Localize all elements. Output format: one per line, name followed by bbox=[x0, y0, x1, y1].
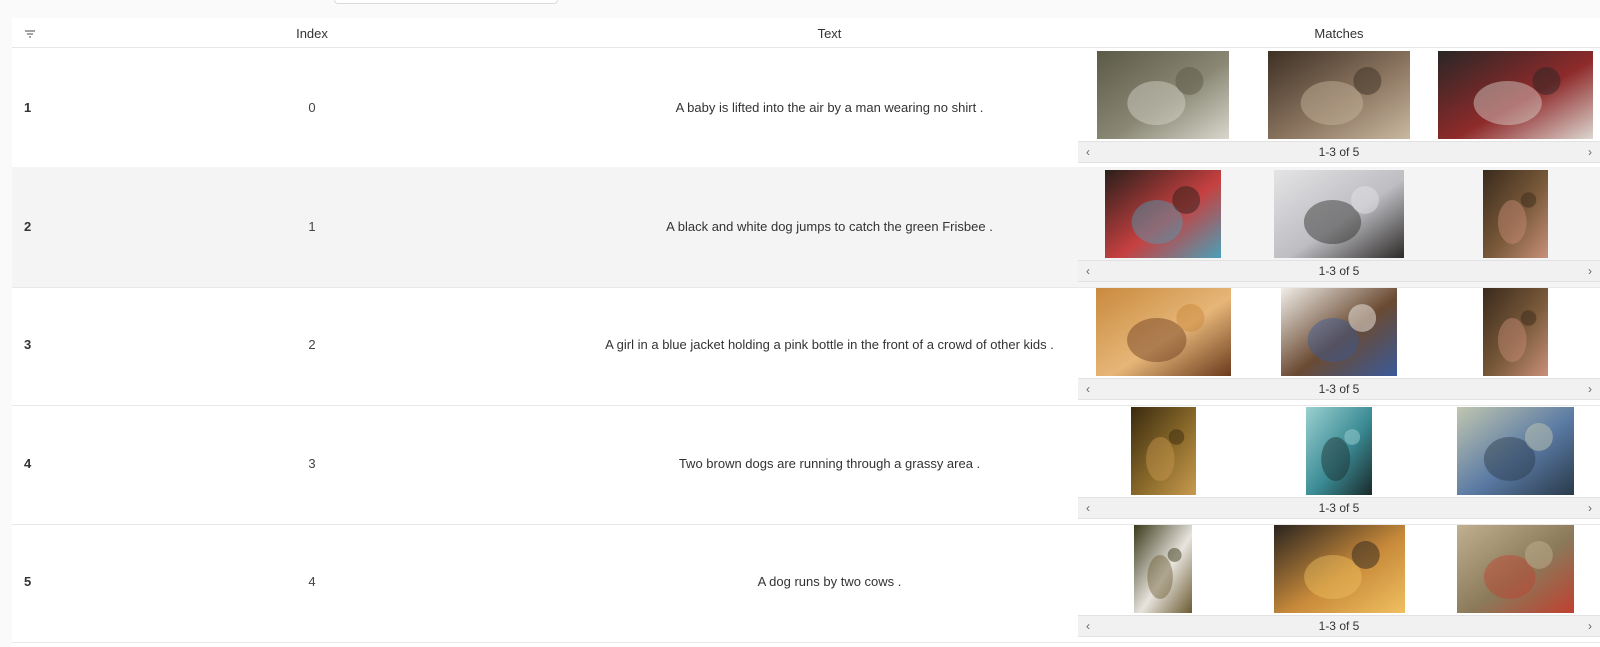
match-slot bbox=[1078, 169, 1248, 258]
match-slot bbox=[1430, 51, 1600, 139]
column-header-text[interactable]: Text bbox=[552, 18, 1107, 48]
husky-dogs-photo[interactable] bbox=[1437, 51, 1593, 139]
match-slot bbox=[1430, 169, 1600, 258]
row-number: 2 bbox=[24, 218, 32, 234]
index-cell: 4 bbox=[308, 574, 316, 590]
results-table: Index Text Matches 1 0 A baby is lifted … bbox=[12, 18, 1600, 647]
match-slot bbox=[1430, 288, 1600, 377]
text-cell: A black and white dog jumps to catch the… bbox=[666, 218, 993, 234]
row-number: 4 bbox=[24, 455, 32, 471]
match-slot bbox=[1248, 525, 1430, 614]
column-header-matches[interactable]: Matches bbox=[1078, 18, 1600, 48]
match-slot bbox=[1248, 169, 1430, 258]
text-cell: A baby is lifted into the air by a man w… bbox=[675, 100, 984, 115]
matches-carousel: ‹ 1-3 of 5 › bbox=[1078, 522, 1600, 642]
column-header-index[interactable]: Index bbox=[112, 18, 512, 48]
child-at-cabinet-photo[interactable] bbox=[1482, 288, 1548, 377]
diver-jumping-photo[interactable] bbox=[1306, 406, 1372, 495]
table-row[interactable]: 2 1 A black and white dog jumps to catch… bbox=[12, 166, 1600, 288]
match-slot bbox=[1078, 288, 1248, 377]
child-at-cabinet-photo[interactable] bbox=[1482, 169, 1548, 258]
pager-label: 1-3 of 5 bbox=[1318, 619, 1360, 634]
dog-in-puddle-photo[interactable] bbox=[1456, 406, 1574, 495]
dogs-in-snow-photo[interactable] bbox=[1274, 169, 1404, 258]
dog-licking-girl-photo[interactable] bbox=[1095, 288, 1231, 377]
match-slot bbox=[1248, 406, 1430, 495]
people-gathering-photo[interactable] bbox=[1268, 51, 1410, 139]
matches-carousel: ‹ 1-3 of 5 › bbox=[1078, 48, 1600, 168]
pager-label: 1-3 of 5 bbox=[1318, 382, 1360, 397]
table-row[interactable]: 3 2 A girl in a blue jacket holding a pi… bbox=[12, 285, 1600, 407]
chevron-left-icon[interactable]: ‹ bbox=[1081, 616, 1095, 637]
table-row[interactable]: 1 0 A baby is lifted into the air by a m… bbox=[12, 48, 1600, 169]
chevron-right-icon[interactable]: › bbox=[1583, 379, 1597, 400]
table-row[interactable]: 5 4 A dog runs by two cows . ‹ 1-3 of 5 … bbox=[12, 522, 1600, 644]
boat-dock-photo[interactable] bbox=[1097, 51, 1229, 139]
chevron-left-icon[interactable]: ‹ bbox=[1081, 261, 1095, 282]
index-cell: 0 bbox=[308, 100, 316, 115]
match-slot bbox=[1430, 525, 1600, 614]
pager-label: 1-3 of 5 bbox=[1318, 500, 1360, 515]
filter-icon bbox=[25, 30, 35, 38]
storefront-night-photo[interactable] bbox=[1273, 525, 1405, 614]
chevron-right-icon[interactable]: › bbox=[1583, 142, 1597, 163]
text-cell: Two brown dogs are running through a gra… bbox=[678, 455, 981, 471]
pager-label: 1-3 of 5 bbox=[1318, 145, 1360, 159]
row-number: 1 bbox=[24, 100, 32, 115]
chevron-right-icon[interactable]: › bbox=[1583, 616, 1597, 637]
index-cell: 1 bbox=[308, 218, 316, 234]
match-slot bbox=[1248, 51, 1430, 139]
index-cell: 3 bbox=[308, 455, 316, 471]
filter-button[interactable] bbox=[20, 18, 40, 48]
pager-label: 1-3 of 5 bbox=[1318, 263, 1360, 278]
text-cell: A girl in a blue jacket holding a pink b… bbox=[605, 337, 1054, 353]
children-group-photo[interactable] bbox=[1105, 169, 1221, 258]
chevron-left-icon[interactable]: ‹ bbox=[1081, 379, 1095, 400]
table-row[interactable]: 4 3 Two brown dogs are running through a… bbox=[12, 404, 1600, 525]
carousel-pager: ‹ 1-3 of 5 › bbox=[1078, 615, 1600, 638]
carousel-pager: ‹ 1-3 of 5 › bbox=[1078, 141, 1600, 163]
carousel-pager: ‹ 1-3 of 5 › bbox=[1078, 496, 1600, 519]
carousel-pager: ‹ 1-3 of 5 › bbox=[1078, 378, 1600, 401]
puppy-and-child-photo[interactable] bbox=[1281, 288, 1397, 377]
man-with-scarf-photo[interactable] bbox=[1134, 525, 1192, 614]
chevron-right-icon[interactable]: › bbox=[1583, 498, 1597, 519]
dog-on-trail-photo[interactable] bbox=[1456, 525, 1574, 614]
text-cell: A dog runs by two cows . bbox=[757, 574, 902, 590]
table-header: Index Text Matches bbox=[12, 18, 1600, 48]
matches-carousel: ‹ 1-3 of 5 › bbox=[1078, 167, 1600, 287]
dog-running-photo[interactable] bbox=[1130, 406, 1196, 495]
matches-carousel: ‹ 1-3 of 5 › bbox=[1078, 404, 1600, 524]
chevron-left-icon[interactable]: ‹ bbox=[1081, 498, 1095, 519]
carousel-pager: ‹ 1-3 of 5 › bbox=[1078, 259, 1600, 282]
match-slot bbox=[1078, 525, 1248, 614]
chevron-right-icon[interactable]: › bbox=[1583, 261, 1597, 282]
index-cell: 2 bbox=[308, 337, 316, 353]
match-slot bbox=[1078, 51, 1248, 139]
match-slot bbox=[1248, 288, 1430, 377]
match-slot bbox=[1078, 406, 1248, 495]
row-number: 3 bbox=[24, 337, 32, 353]
search-box-edge[interactable] bbox=[334, 0, 558, 4]
matches-carousel: ‹ 1-3 of 5 › bbox=[1078, 285, 1600, 405]
row-number: 5 bbox=[24, 574, 32, 590]
match-slot bbox=[1430, 406, 1600, 495]
chevron-left-icon[interactable]: ‹ bbox=[1081, 142, 1095, 163]
